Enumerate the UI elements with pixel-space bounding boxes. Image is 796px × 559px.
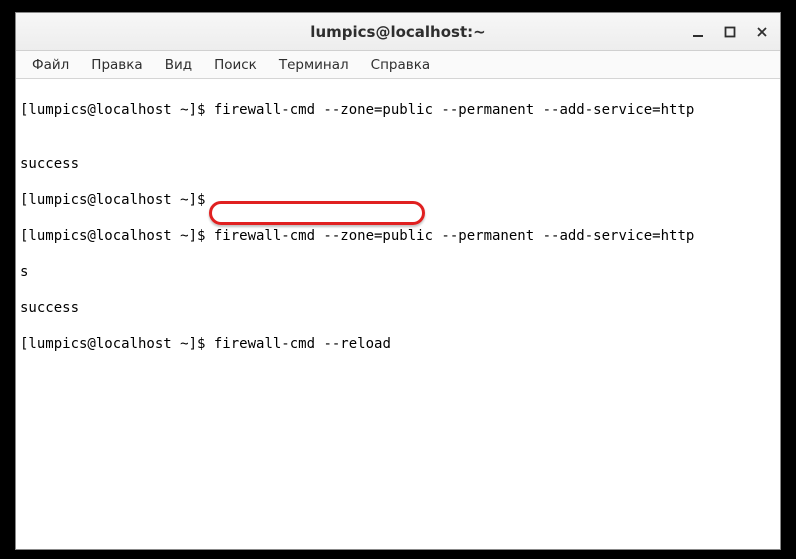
- terminal-window: lumpics@localhost:~ Файл Правка Вид Поис…: [15, 12, 781, 550]
- terminal-output[interactable]: [lumpics@localhost ~]$ firewall-cmd --zo…: [16, 79, 780, 549]
- menu-search[interactable]: Поиск: [204, 53, 267, 77]
- terminal-line: s: [20, 263, 776, 281]
- menu-view[interactable]: Вид: [155, 53, 202, 77]
- menu-file[interactable]: Файл: [22, 53, 79, 77]
- prompt: [lumpics@localhost ~]$: [20, 336, 214, 352]
- titlebar[interactable]: lumpics@localhost:~: [16, 13, 780, 51]
- terminal-line: [lumpics@localhost ~]$ firewall-cmd --zo…: [20, 101, 776, 119]
- terminal-line: [lumpics@localhost ~]$ firewall-cmd --re…: [20, 335, 776, 353]
- current-command: firewall-cmd --reload: [214, 336, 391, 352]
- terminal-line: [lumpics@localhost ~]$ firewall-cmd --zo…: [20, 227, 776, 245]
- menu-help[interactable]: Справка: [361, 53, 440, 77]
- terminal-line: success: [20, 155, 776, 173]
- menubar: Файл Правка Вид Поиск Терминал Справка: [16, 51, 780, 79]
- menu-edit[interactable]: Правка: [81, 53, 152, 77]
- terminal-line: success: [20, 299, 776, 317]
- maximize-button[interactable]: [720, 22, 740, 42]
- close-button[interactable]: [752, 22, 772, 42]
- terminal-line: [lumpics@localhost ~]$: [20, 191, 776, 209]
- window-title: lumpics@localhost:~: [310, 23, 485, 41]
- window-controls: [688, 13, 772, 50]
- minimize-button[interactable]: [688, 22, 708, 42]
- menu-terminal[interactable]: Терминал: [269, 53, 359, 77]
